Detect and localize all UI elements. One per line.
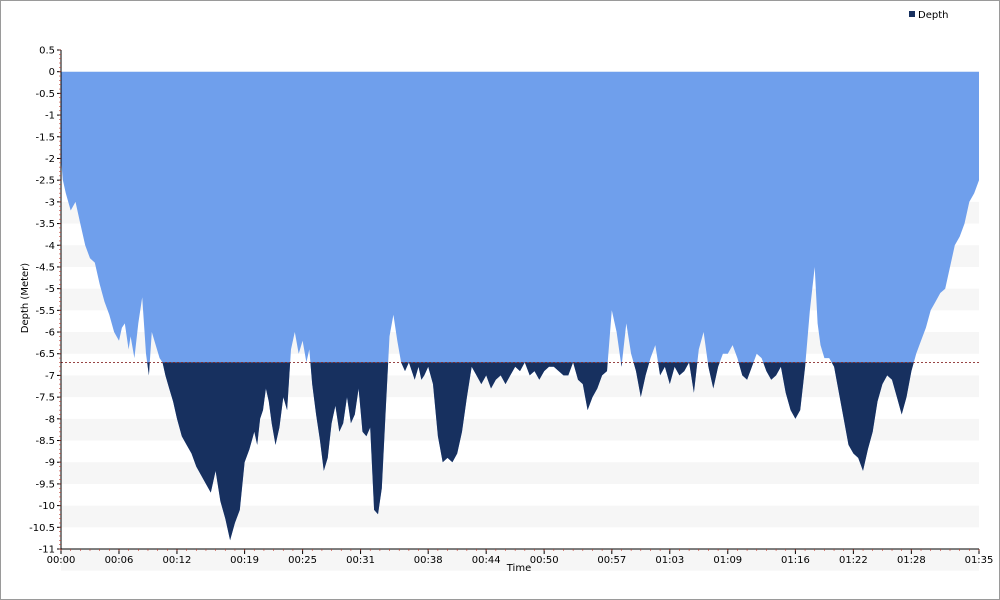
x-tick-label: 00:25 bbox=[288, 555, 317, 566]
x-tick-label: 01:09 bbox=[713, 555, 742, 566]
y-tick-label: -9.5 bbox=[35, 479, 55, 490]
x-tick-label: 00:19 bbox=[230, 555, 259, 566]
y-tick-label: -6.5 bbox=[35, 349, 55, 360]
legend: Depth bbox=[909, 10, 948, 21]
x-tick-label: 00:31 bbox=[346, 555, 375, 566]
x-tick-label: 00:44 bbox=[472, 555, 501, 566]
y-ticks: 0.5 0 -0.5 -1 -1.5 -2 -2.5 -3 -3.5 -4 -4.5 -5 -5.5 -6… bbox=[29, 46, 61, 556]
y-tick-label: -0.5 bbox=[35, 89, 55, 100]
y-tick-label: -7.5 bbox=[35, 393, 55, 404]
x-tick-label: 01:22 bbox=[839, 555, 868, 566]
y-tick-label: -1.5 bbox=[35, 132, 55, 143]
legend-label: Depth bbox=[918, 10, 948, 21]
x-tick-label: 00:38 bbox=[414, 555, 443, 566]
y-tick-label: -3 bbox=[45, 197, 55, 208]
x-tick-label: 00:00 bbox=[47, 555, 76, 566]
y-tick-label: -9 bbox=[45, 458, 55, 469]
y-tick-label: -3.5 bbox=[35, 219, 55, 230]
x-tick-label: 00:57 bbox=[597, 555, 626, 566]
grid-band bbox=[61, 505, 979, 528]
y-tick-label: 0 bbox=[49, 67, 55, 78]
x-tick-label: 00:06 bbox=[105, 555, 134, 566]
y-tick-label: 0.5 bbox=[39, 46, 55, 57]
y-tick-label: -5 bbox=[45, 284, 55, 295]
y-tick-label: -7 bbox=[45, 371, 55, 382]
x-tick-label: 00:12 bbox=[163, 555, 192, 566]
y-tick-label: -2.5 bbox=[35, 176, 55, 187]
legend-swatch bbox=[909, 11, 915, 17]
y-tick-label: -1 bbox=[45, 111, 55, 122]
y-tick-label: -2 bbox=[45, 154, 55, 165]
y-axis-title: Depth (Meter) bbox=[20, 263, 31, 334]
y-tick-label: -4 bbox=[45, 241, 55, 252]
x-tick-label: 01:16 bbox=[781, 555, 810, 566]
x-tick-label: 01:28 bbox=[897, 555, 926, 566]
y-tick-label: -10 bbox=[39, 501, 55, 512]
y-tick-label: -10.5 bbox=[29, 523, 55, 534]
x-tick-label: 00:50 bbox=[530, 555, 559, 566]
y-tick-label: -6 bbox=[45, 328, 55, 339]
x-tick-label: 01:03 bbox=[655, 555, 684, 566]
y-tick-label: -5.5 bbox=[35, 306, 55, 317]
depth-chart: 0.5 0 -0.5 -1 -1.5 -2 -2.5 -3 -3.5 -4 -4.5 -5 -5.5 -6… bbox=[20, 10, 994, 574]
x-axis-title: Time bbox=[506, 563, 531, 574]
y-tick-label: -8 bbox=[45, 414, 55, 425]
x-tick-label: 01:35 bbox=[965, 555, 994, 566]
y-tick-label: -8.5 bbox=[35, 436, 55, 447]
y-tick-label: -11 bbox=[39, 545, 55, 556]
y-tick-label: -4.5 bbox=[35, 262, 55, 273]
